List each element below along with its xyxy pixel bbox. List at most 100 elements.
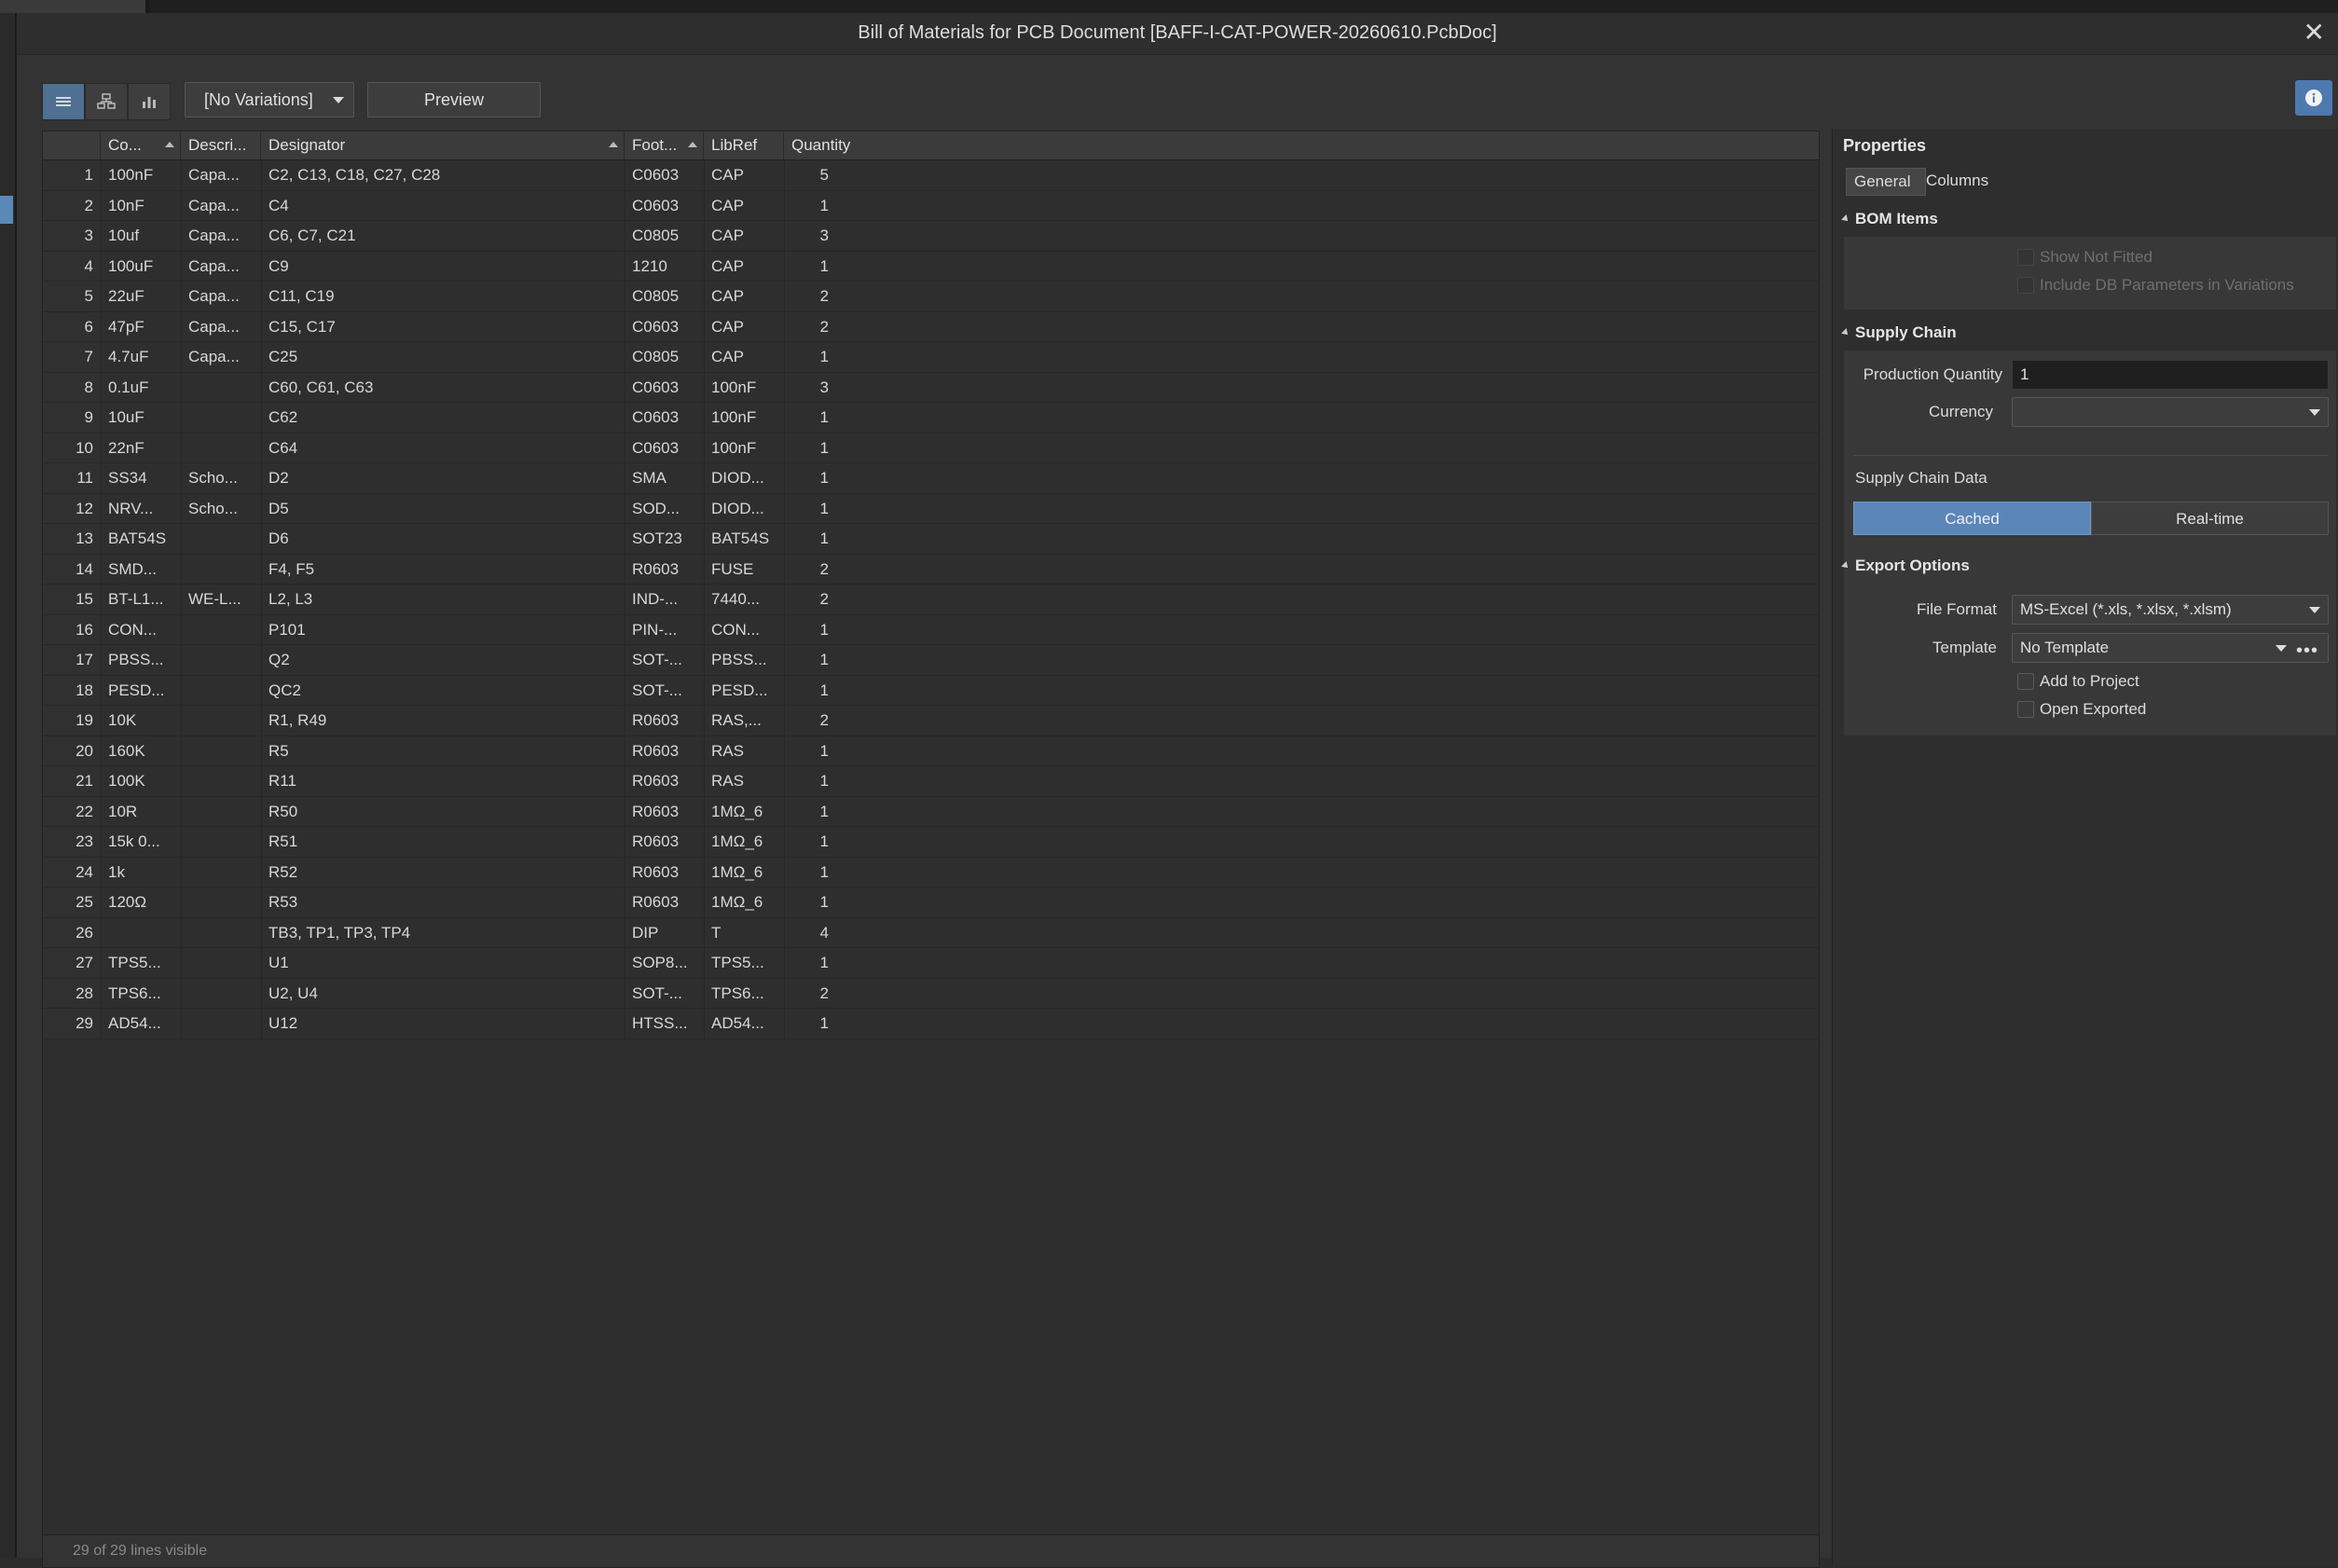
column-header-designator[interactable]: Designator — [261, 131, 625, 159]
table-row[interactable]: 19 10K R1, R49 R0603 RAS,... 2 — [43, 706, 1819, 736]
show-not-fitted-checkbox[interactable] — [2017, 249, 2034, 266]
table-row[interactable]: 12 NRV... Scho... D5 SOD... DIOD... 1 — [43, 493, 1819, 524]
template-select[interactable]: No Template ••• — [2012, 633, 2329, 663]
row-number-cell: 26 — [76, 923, 93, 942]
table-row[interactable]: 17 PBSS... Q2 SOT-... PBSS... 1 — [43, 645, 1819, 676]
designator-cell: C62 — [268, 408, 298, 426]
row-number-cell: 10 — [76, 438, 93, 457]
table-row[interactable]: 1 100nF Capa... C2, C13, C18, C27, C28 C0603… — [43, 160, 1819, 191]
table-row[interactable]: 24 1k R52 R0603 1MΩ_6 1 — [43, 857, 1819, 887]
tree-view-icon[interactable] — [85, 83, 128, 120]
table-row[interactable]: 27 TPS5... U1 SOP8... TPS5... 1 — [43, 948, 1819, 979]
table-row[interactable]: 6 47pF Capa... C15, C17 C0603 CAP 2 — [43, 311, 1819, 342]
more-options-icon[interactable]: ••• — [2296, 637, 2318, 665]
footprint-cell: DIP — [632, 923, 659, 942]
table-row[interactable]: 7 4.7uF Capa... C25 C0805 CAP 1 — [43, 342, 1819, 373]
footprint-cell: R0603 — [632, 893, 680, 911]
row-number-cell: 29 — [76, 1014, 93, 1032]
bom-items-header[interactable]: BOM Items — [1841, 210, 1938, 228]
variations-dropdown[interactable]: [No Variations] — [185, 82, 354, 117]
table-row[interactable]: 25 120Ω R53 R0603 1MΩ_6 1 — [43, 887, 1819, 918]
supply-chain-header[interactable]: Supply Chain — [1841, 323, 1957, 342]
section-divider — [1853, 455, 2329, 456]
tab-columns[interactable]: Columns — [1919, 168, 2008, 194]
column-header-libref[interactable]: LibRef — [704, 131, 784, 159]
libref-cell: PBSS... — [711, 651, 767, 668]
preview-button[interactable]: Preview — [367, 82, 541, 117]
designator-cell: U2, U4 — [268, 983, 318, 1002]
comment-cell: 22nF — [108, 438, 144, 457]
open-exported-checkbox[interactable] — [2017, 701, 2034, 718]
quantity-cell: 4 — [819, 923, 829, 942]
include-db-params-checkbox[interactable] — [2017, 277, 2034, 294]
row-number-cell: 18 — [76, 681, 93, 699]
table-row[interactable]: 3 10uf Capa... C6, C7, C21 C0805 CAP 3 — [43, 221, 1819, 252]
table-row[interactable]: 18 PESD... QC2 SOT-... PESD... 1 — [43, 675, 1819, 706]
table-row[interactable]: 9 10uF C62 C0603 100nF 1 — [43, 403, 1819, 433]
list-view-icon[interactable] — [42, 83, 85, 120]
toolbar: [No Variations] Preview — [17, 60, 2338, 120]
table-row[interactable]: 4 100uF Capa... C9 1210 CAP 1 — [43, 251, 1819, 282]
comment-cell: 10uf — [108, 227, 140, 244]
add-to-project-checkbox[interactable] — [2017, 673, 2034, 690]
quantity-cell: 2 — [819, 317, 829, 336]
column-header-comment[interactable]: Co... — [101, 131, 181, 159]
chevron-down-icon — [2276, 645, 2287, 652]
footprint-cell: R0603 — [632, 862, 680, 881]
table-row[interactable]: 16 CON... P101 PIN-... CON... 1 — [43, 614, 1819, 645]
quantity-cell: 3 — [819, 378, 829, 396]
description-cell — [188, 918, 257, 947]
footprint-cell: SOT-... — [632, 983, 682, 1002]
table-row[interactable]: 2 10nF Capa... C4 C0603 CAP 1 — [43, 190, 1819, 221]
column-header-quantity[interactable]: Quantity — [784, 131, 868, 159]
libref-cell: 7440... — [711, 590, 760, 608]
footprint-cell: R0603 — [632, 772, 680, 790]
production-quantity-input[interactable]: 1 — [2012, 360, 2329, 390]
table-row[interactable]: 21 100K R11 R0603 RAS 1 — [43, 766, 1819, 797]
table-row[interactable]: 8 0.1uF C60, C61, C63 C0603 100nF 3 — [43, 372, 1819, 403]
description-cell: Capa... — [188, 256, 240, 275]
libref-cell: DIOD... — [711, 469, 764, 487]
table-row[interactable]: 10 22nF C64 C0603 100nF 1 — [43, 433, 1819, 463]
table-row[interactable]: 13 BAT54S D6 SOT23 BAT54S 1 — [43, 524, 1819, 555]
table-row[interactable]: 14 SMD... F4, F5 R0603 FUSE 2 — [43, 554, 1819, 585]
row-number-cell: 27 — [76, 954, 93, 971]
designator-cell: C25 — [268, 348, 298, 365]
table-row[interactable]: 15 BT-L1... WE-L... L2, L3 IND-... 7440... 2 — [43, 585, 1819, 615]
libref-cell: AD54... — [711, 1014, 764, 1032]
column-header-label: LibRef — [711, 136, 758, 154]
table-row[interactable]: 23 15k 0... R51 R0603 1MΩ_6 1 — [43, 827, 1819, 858]
realtime-toggle[interactable]: Real-time — [2091, 502, 2329, 535]
chevron-down-icon — [2309, 607, 2320, 613]
row-number-cell: 8 — [84, 378, 93, 396]
file-format-select[interactable]: MS-Excel (*.xls, *.xlsx, *.xlsm) — [2012, 595, 2329, 625]
close-icon[interactable]: ✕ — [2304, 17, 2325, 48]
currency-select[interactable] — [2012, 397, 2329, 427]
quantity-cell: 1 — [819, 741, 829, 760]
cached-toggle[interactable]: Cached — [1853, 502, 2091, 535]
description-cell — [188, 373, 257, 402]
description-cell — [188, 887, 257, 916]
table-row[interactable]: 26 TB3, TP1, TP3, TP4 DIP T 4 — [43, 917, 1819, 948]
comment-cell: SS34 — [108, 469, 147, 487]
table-row[interactable]: 22 10R R50 R0603 1MΩ_6 1 — [43, 796, 1819, 827]
table-row[interactable]: 29 AD54... U12 HTSS... AD54... 1 — [43, 1009, 1819, 1039]
libref-cell: TPS6... — [711, 983, 764, 1002]
chart-view-icon[interactable] — [128, 83, 171, 120]
column-header-footprint[interactable]: Foot... — [625, 131, 704, 159]
table-row[interactable]: 28 TPS6... U2, U4 SOT-... TPS6... 2 — [43, 978, 1819, 1009]
comment-cell: 0.1uF — [108, 378, 149, 396]
table-row[interactable]: 11 SS34 Scho... D2 SMA DIOD... 1 — [43, 463, 1819, 494]
column-header-description[interactable]: Descri... — [181, 131, 261, 159]
designator-cell: P101 — [268, 620, 306, 639]
table-row[interactable]: 5 22uF Capa... C11, C19 C0805 CAP 2 — [43, 282, 1819, 312]
bom-items-section: Show Not Fitted Include DB Parameters in… — [1844, 237, 2336, 309]
row-number-cell: 9 — [84, 408, 93, 426]
table-row[interactable]: 20 160K R5 R0603 RAS 1 — [43, 736, 1819, 766]
table-header: Co... Descri... Designator Foot... LibRe… — [43, 131, 1819, 160]
quantity-cell: 1 — [819, 620, 829, 639]
tab-general[interactable]: General — [1846, 168, 1926, 196]
export-options-header[interactable]: Export Options — [1841, 557, 1970, 575]
designator-cell: R52 — [268, 862, 298, 881]
info-icon[interactable] — [2295, 80, 2332, 116]
